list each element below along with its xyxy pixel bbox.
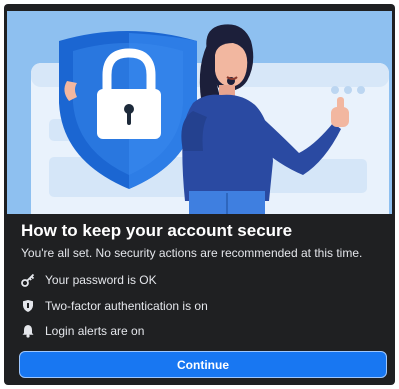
continue-button[interactable]: Continue bbox=[19, 351, 387, 378]
hero-illustration bbox=[7, 11, 392, 214]
status-item-label: Your password is OK bbox=[45, 273, 157, 287]
dialog-subtitle: You're all set. No security actions are … bbox=[21, 246, 363, 260]
security-dialog: How to keep your account secure You're a… bbox=[4, 4, 395, 385]
bell-icon bbox=[21, 324, 35, 338]
status-item-password: Your password is OK bbox=[21, 272, 157, 288]
status-item-two-factor: Two-factor authentication is on bbox=[21, 298, 208, 314]
status-item-label: Two-factor authentication is on bbox=[45, 299, 208, 313]
key-icon bbox=[21, 273, 35, 287]
shield-icon bbox=[21, 299, 35, 313]
status-item-label: Login alerts are on bbox=[45, 324, 145, 338]
status-item-login-alerts: Login alerts are on bbox=[21, 323, 144, 339]
dialog-title: How to keep your account secure bbox=[21, 221, 293, 240]
